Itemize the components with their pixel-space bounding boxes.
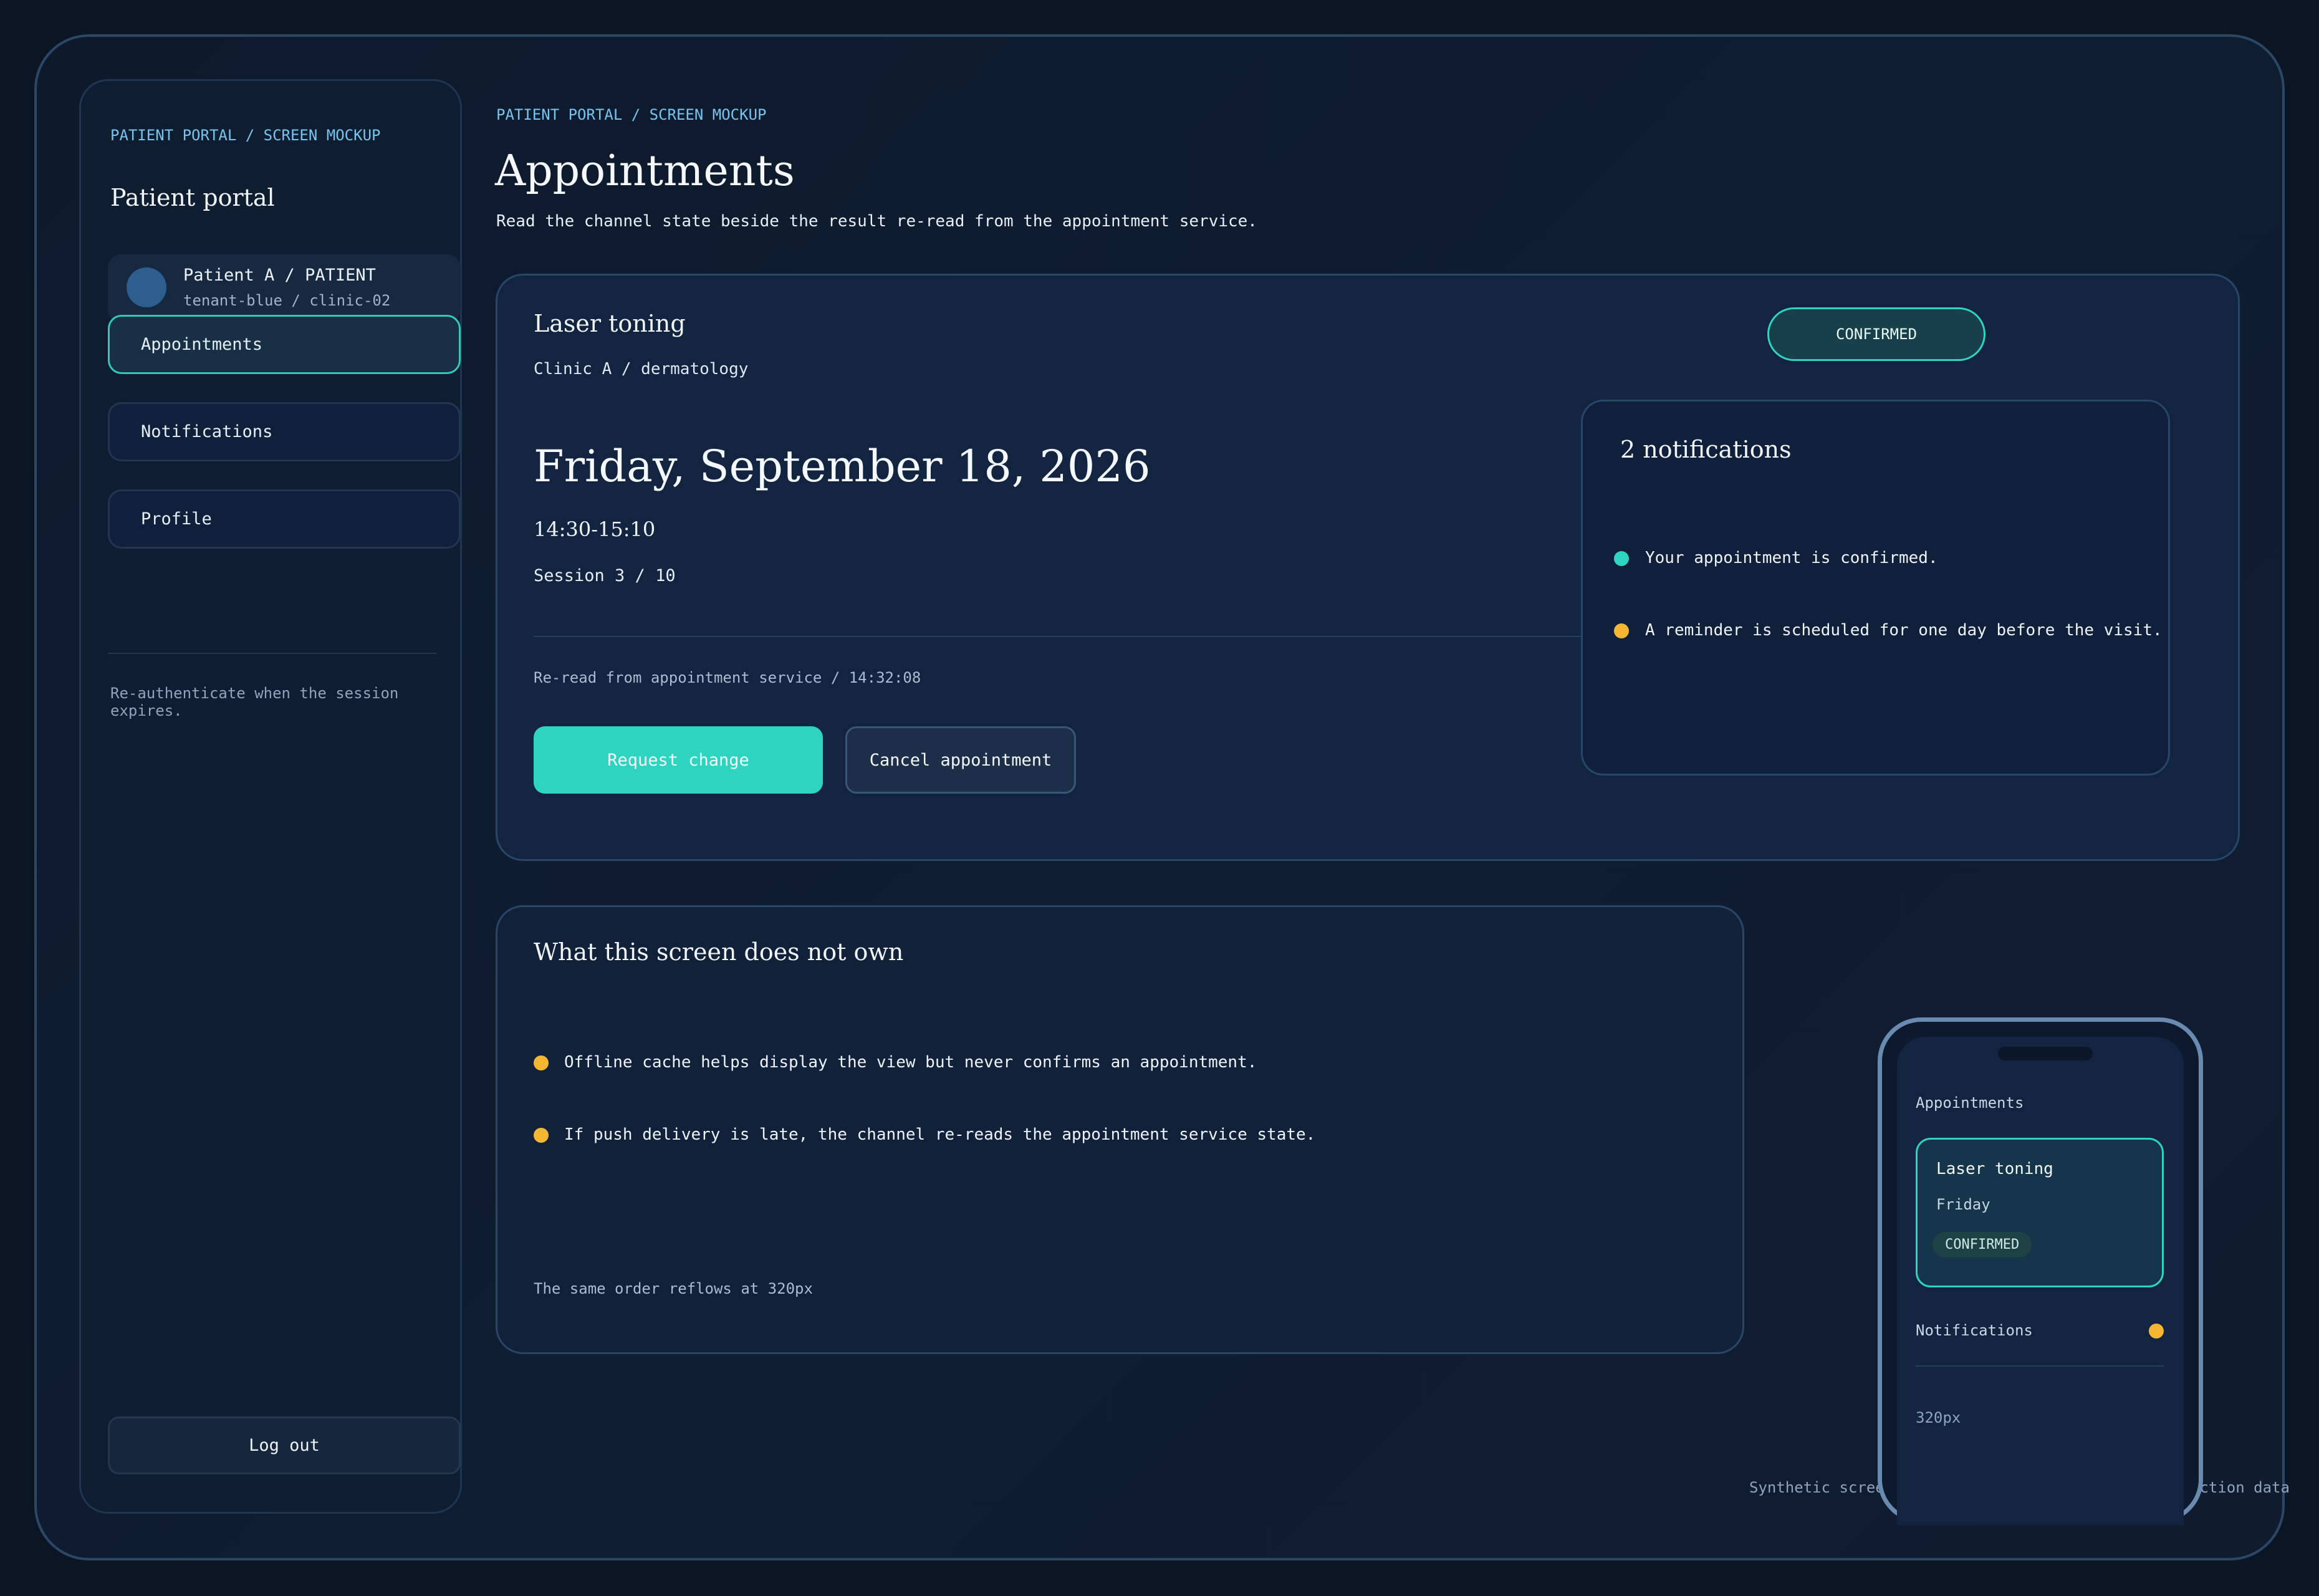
session-note: Re-authenticate when the session expires… <box>110 685 399 719</box>
phone-preview: Appointments Laser toning Friday CONFIRM… <box>1878 1017 2203 1525</box>
phone-notch <box>1998 1047 2093 1060</box>
clinic-name: Clinic A / dermatology <box>534 360 749 378</box>
appointment-time: 14:30-15:10 <box>534 517 656 541</box>
card-divider <box>534 636 1585 637</box>
sidebar-item-label: Appointments <box>141 335 263 354</box>
phone-treatment: Laser toning <box>1936 1160 2053 1178</box>
request-change-label: Request change <box>607 750 749 770</box>
logout-button[interactable]: Log out <box>108 1416 461 1474</box>
ownership-item: Offline cache helps display the view but… <box>564 1053 1257 1072</box>
status-badge: CONFIRMED <box>1767 307 1985 361</box>
cancel-label: Cancel appointment <box>869 750 1052 770</box>
notifications-title: 2 notifications <box>1620 436 1792 463</box>
logout-label: Log out <box>249 1436 320 1455</box>
notifications-panel: 2 notifications Your appointment is conf… <box>1581 400 2170 776</box>
sidebar-title: Patient portal <box>110 184 275 211</box>
notification-item: Your appointment is confirmed. <box>1645 549 1938 567</box>
page-breadcrumb: PATIENT PORTAL / SCREEN MOCKUP <box>496 106 767 123</box>
warning-dot <box>534 1128 549 1143</box>
phone-divider <box>1916 1365 2164 1367</box>
sidebar-item-profile[interactable]: Profile <box>108 489 461 549</box>
treatment-name: Laser toning <box>534 310 686 337</box>
sidebar-item-notifications[interactable]: Notifications <box>108 402 461 461</box>
phone-section-title: Appointments <box>1916 1094 2024 1112</box>
phone-notification-dot <box>2149 1324 2164 1339</box>
reminder-status-dot <box>1614 623 1629 638</box>
ownership-item: If push delivery is late, the channel re… <box>564 1125 1316 1144</box>
status-label: CONFIRMED <box>1835 325 1918 343</box>
reflow-footnote: The same order reflows at 320px <box>534 1280 813 1297</box>
page-subtitle: Read the channel state beside the result… <box>496 212 1257 231</box>
appointment-card: Laser toning Clinic A / dermatology CONF… <box>496 274 2240 861</box>
user-card: Patient A / PATIENT tenant-blue / clinic… <box>108 254 461 323</box>
sidebar-item-appointments[interactable]: Appointments <box>108 315 461 374</box>
phone-notifications-label[interactable]: Notifications <box>1916 1322 2033 1339</box>
user-name: Patient A / PATIENT <box>183 266 376 285</box>
page-title: Appointments <box>495 147 795 196</box>
sidebar-item-label: Profile <box>141 509 212 529</box>
cancel-appointment-button[interactable]: Cancel appointment <box>845 726 1076 794</box>
phone-width-label: 320px <box>1916 1409 1961 1426</box>
reread-note: Re-read from appointment service / 14:32… <box>534 669 921 686</box>
user-tenant: tenant-blue / clinic-02 <box>183 292 391 309</box>
warning-dot <box>534 1055 549 1070</box>
phone-day: Friday <box>1936 1196 1990 1213</box>
phone-appointment-card[interactable]: Laser toning Friday CONFIRMED <box>1916 1138 2164 1287</box>
sidebar: PATIENT PORTAL / SCREEN MOCKUP Patient p… <box>79 79 462 1514</box>
confirmed-status-dot <box>1614 551 1629 566</box>
appointment-date: Friday, September 18, 2026 <box>534 441 1151 492</box>
session-count: Session 3 / 10 <box>534 566 676 585</box>
request-change-button[interactable]: Request change <box>534 726 823 794</box>
ownership-title: What this screen does not own <box>534 938 904 966</box>
sidebar-divider <box>108 653 436 654</box>
notification-item: A reminder is scheduled for one day befo… <box>1645 621 2163 640</box>
phone-status-badge: CONFIRMED <box>1932 1232 2032 1257</box>
phone-screen: Appointments Laser toning Friday CONFIRM… <box>1897 1037 2184 1525</box>
ownership-card: What this screen does not own Offline ca… <box>496 905 1744 1354</box>
sidebar-breadcrumb: PATIENT PORTAL / SCREEN MOCKUP <box>110 127 381 144</box>
avatar <box>127 267 166 307</box>
sidebar-item-label: Notifications <box>141 422 273 441</box>
